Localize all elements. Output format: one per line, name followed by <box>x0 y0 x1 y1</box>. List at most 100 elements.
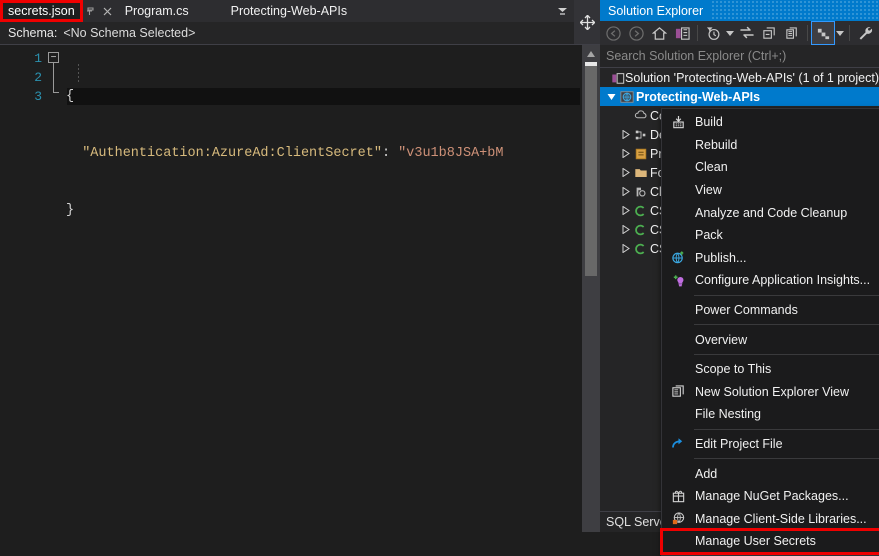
code-line-3: } <box>66 201 581 220</box>
line-number: 3 <box>34 89 42 104</box>
menu-item-build[interactable]: Build <box>662 111 879 134</box>
solution-explorer-toolbar <box>600 21 879 45</box>
csharp-icon <box>632 204 650 218</box>
show-all-files-icon[interactable] <box>782 22 804 44</box>
tree-item-solution[interactable]: Solution 'Protecting-Web-APIs' (1 of 1 p… <box>600 68 879 87</box>
app-insights-icon <box>662 273 694 288</box>
menu-separator <box>694 428 879 430</box>
editor-tabstrip: secrets.json Program.cs Protecting-Web-A… <box>0 0 600 22</box>
solution-explorer-title-bar[interactable]: Solution Explorer <box>600 0 879 21</box>
menu-item-clean[interactable]: Clean <box>662 156 879 179</box>
menu-item-publish[interactable]: Publish... <box>662 247 879 270</box>
menu-item-configure-application-insights[interactable]: Configure Application Insights... <box>662 269 879 292</box>
view-code-icon[interactable] <box>811 21 836 45</box>
menu-separator <box>694 353 879 355</box>
chevron-right-icon[interactable] <box>618 130 632 139</box>
menu-item-label: Scope to This <box>695 362 772 377</box>
sync-with-active-document-icon[interactable] <box>736 22 758 44</box>
tab-protecting-web-apis[interactable]: Protecting-Web-APIs <box>197 0 355 22</box>
toolbar-separator <box>807 25 809 41</box>
chevron-right-icon[interactable] <box>618 149 632 158</box>
back-arrow-icon[interactable] <box>603 22 625 44</box>
tab-label: Program.cs <box>124 4 189 18</box>
json-colon: : <box>381 146 399 161</box>
menu-item-manage-user-secrets[interactable]: Manage User Secrets <box>660 528 879 555</box>
menu-item-manage-nuget-packages[interactable]: Manage NuGet Packages... <box>662 485 879 508</box>
solution-icon[interactable] <box>671 22 693 44</box>
indent-guide <box>78 64 79 83</box>
tree-item-project[interactable]: Protecting-Web-APIs <box>600 87 879 106</box>
editor-vertical-scrollbar[interactable] <box>581 45 600 532</box>
home-icon[interactable] <box>649 22 671 44</box>
menu-item-add[interactable]: Add <box>662 462 879 485</box>
tab-secrets-json[interactable]: secrets.json <box>0 0 83 22</box>
menu-item-label: Rebuild <box>695 137 738 152</box>
code-brace-close: } <box>66 203 75 218</box>
panel-title: Solution Explorer <box>608 3 704 18</box>
publish-globe-icon <box>662 250 694 265</box>
scrollbar-thumb[interactable] <box>585 66 597 276</box>
split-view-button[interactable] <box>574 0 600 44</box>
pending-changes-filter-icon[interactable] <box>702 22 724 44</box>
scrollbar-track[interactable] <box>582 62 600 532</box>
properties-wrench-icon[interactable] <box>854 22 876 44</box>
edit-project-file-icon <box>662 436 694 452</box>
tab-label: secrets.json <box>8 4 75 18</box>
collapse-all-icon[interactable] <box>759 22 781 44</box>
menu-item-label: Build <box>695 115 723 130</box>
toolbar-separator <box>849 25 851 41</box>
editor-pane: secrets.json Program.cs Protecting-Web-A… <box>0 0 600 532</box>
drag-handle-dots[interactable] <box>711 0 879 21</box>
search-input[interactable]: Search Solution Explorer (Ctrl+;) <box>600 45 879 68</box>
properties-icon <box>632 147 650 161</box>
tab-label: Protecting-Web-APIs <box>230 4 348 18</box>
tab-pin-icon[interactable] <box>83 0 99 22</box>
collapse-fold-icon[interactable]: − <box>48 52 59 63</box>
code-line-2: "Authentication:AzureAd:ClientSecret": "… <box>66 144 581 163</box>
chevron-right-icon[interactable] <box>618 168 632 177</box>
tab-close-icon[interactable] <box>99 0 117 22</box>
schema-value[interactable]: <No Schema Selected> <box>63 26 574 40</box>
menu-item-analyze-and-code-cleanup[interactable]: Analyze and Code Cleanup <box>662 201 879 224</box>
menu-item-rebuild[interactable]: Rebuild <box>662 134 879 157</box>
menu-item-manage-client-side-libraries[interactable]: Manage Client-Side Libraries... <box>662 508 879 531</box>
menu-item-scope-to-this[interactable]: Scope to This <box>662 358 879 381</box>
view-dropdown-icon[interactable] <box>835 22 845 44</box>
menu-item-label: View <box>695 183 722 198</box>
line-number: 1 <box>34 51 42 66</box>
menu-item-label: Manage User Secrets <box>695 534 816 549</box>
scroll-up-arrow-icon[interactable] <box>582 45 600 62</box>
code-brace-open: { <box>66 89 75 104</box>
menu-item-overview[interactable]: Overview <box>662 328 879 351</box>
connected-services-icon <box>632 109 650 123</box>
fold-margin[interactable]: − <box>44 45 66 532</box>
menu-item-pack[interactable]: Pack <box>662 224 879 247</box>
code-text[interactable]: { "Authentication:AzureAd:ClientSecret":… <box>66 45 581 532</box>
menu-item-power-commands[interactable]: Power Commands <box>662 299 879 322</box>
chevron-right-icon[interactable] <box>618 187 632 196</box>
menu-item-label: Manage Client-Side Libraries... <box>695 511 867 526</box>
chevron-down-icon[interactable] <box>604 92 618 101</box>
menu-item-label: Publish... <box>695 250 747 265</box>
tab-overflow-icon[interactable] <box>552 1 572 21</box>
filter-dropdown-icon[interactable] <box>725 22 735 44</box>
project-context-menu: Build Rebuild Clean View Analyze and Cod… <box>660 108 879 556</box>
menu-item-label: Analyze and Code Cleanup <box>695 205 848 220</box>
schema-label: Schema: <box>8 26 58 40</box>
menu-item-label: Add <box>695 466 718 481</box>
chevron-right-icon[interactable] <box>618 244 632 253</box>
csharp-icon <box>632 223 650 237</box>
menu-item-edit-project-file[interactable]: Edit Project File <box>662 433 879 456</box>
menu-item-label: Power Commands <box>695 303 798 318</box>
chevron-right-icon[interactable] <box>618 206 632 215</box>
menu-item-view[interactable]: View <box>662 179 879 202</box>
chevron-right-icon[interactable] <box>618 225 632 234</box>
menu-item-file-nesting[interactable]: File Nesting <box>662 403 879 426</box>
menu-item-new-solution-explorer-view[interactable]: New Solution Explorer View <box>662 381 879 404</box>
menu-separator <box>694 294 879 296</box>
tree-item-label: Protecting-Web-APIs <box>636 89 761 104</box>
forward-arrow-icon[interactable] <box>626 22 648 44</box>
code-editor-area[interactable]: 1 2 3 − { "Authentication:AzureAd:Client… <box>0 45 600 532</box>
tab-program-cs[interactable]: Program.cs <box>117 0 197 22</box>
line-number-gutter: 1 2 3 <box>0 45 44 532</box>
